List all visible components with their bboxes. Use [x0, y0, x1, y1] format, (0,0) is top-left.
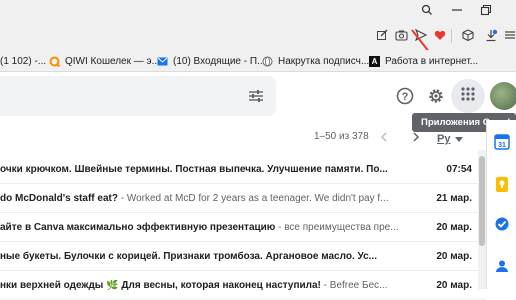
table-row[interactable]: ные букеты. Булочки с корицей. Признаки …	[0, 242, 486, 271]
mail-icon	[157, 56, 168, 67]
settings-gear-icon[interactable]	[424, 84, 448, 108]
search-options-icon[interactable]	[244, 84, 268, 108]
table-row[interactable]: do McDonald's staff eat? - Worked at McD…	[0, 184, 486, 213]
scrollbar[interactable]	[478, 150, 486, 289]
bookmark-label: QIWI Кошелек — э...	[65, 55, 160, 67]
bookmark-item[interactable]: (1 102) -...	[0, 53, 46, 69]
chevron-right-icon[interactable]	[404, 125, 428, 149]
table-row[interactable]: нки верхней одежды 🌿 Для весны, которая …	[0, 271, 486, 300]
row-subject: do McDonald's staff eat?	[0, 192, 118, 204]
page-range: 1–50 из 378	[314, 131, 369, 142]
list-toolbar: 1–50 из 378 Ру	[0, 124, 486, 150]
support-icon[interactable]: ?	[393, 84, 417, 108]
bookmarks-bar: (1 102) -... QIWI Кошелек — э... (10) Вх…	[0, 50, 516, 72]
row-subject: ные букеты. Булочки с корицей. Признаки …	[0, 250, 377, 262]
bookmark-item[interactable]: Накрутка подписч...	[262, 53, 369, 69]
side-panel: 31	[486, 120, 516, 289]
contacts-icon[interactable]	[490, 254, 514, 278]
bookmark-item[interactable]: (10) Входящие - П...	[157, 53, 265, 69]
calendar-icon[interactable]: 31	[490, 130, 514, 154]
row-subject: айте в Canva максимально эффективную пре…	[0, 221, 276, 233]
chevron-left-icon[interactable]	[372, 125, 396, 149]
scrollbar-thumb[interactable]	[479, 156, 485, 246]
bookmark-item[interactable]: QIWI Кошелек — э...	[49, 53, 160, 69]
avatar[interactable]	[490, 82, 516, 110]
apps-grid-icon	[461, 86, 475, 106]
bookmark-label: (10) Входящие - П...	[173, 55, 266, 67]
letter-a-icon: A	[369, 55, 380, 67]
globe-icon	[262, 56, 273, 67]
apps-button[interactable]	[451, 79, 485, 113]
table-row[interactable]: айте в Canva максимально эффективную пре…	[0, 213, 486, 242]
bookmark-item[interactable]: A Работа в интернет...	[369, 53, 478, 69]
row-subject: очки крючком. Швейные термины. Постная в…	[0, 163, 388, 175]
tasks-icon[interactable]	[490, 212, 514, 236]
svg-text:?: ?	[402, 91, 409, 103]
input-lang-label: Ру	[437, 133, 451, 145]
search-bar[interactable]	[0, 76, 276, 116]
chevron-down-icon	[455, 130, 464, 148]
svg-text:31: 31	[498, 142, 506, 149]
row-snippet: - Worked at McD for 2 years as a teenage…	[117, 192, 389, 204]
bookmark-label: Накрутка подписч...	[278, 55, 370, 67]
row-snippet: - все преимущества пре...	[275, 221, 399, 233]
bookmark-label: Работа в интернет...	[385, 55, 479, 67]
input-tools-button[interactable]: Ру	[437, 130, 464, 148]
qiwi-icon	[49, 56, 61, 67]
table-row[interactable]: очки крючком. Швейные термины. Постная в…	[0, 155, 486, 184]
bookmark-label: (1 102) -...	[0, 55, 47, 67]
keep-icon[interactable]	[490, 172, 514, 196]
